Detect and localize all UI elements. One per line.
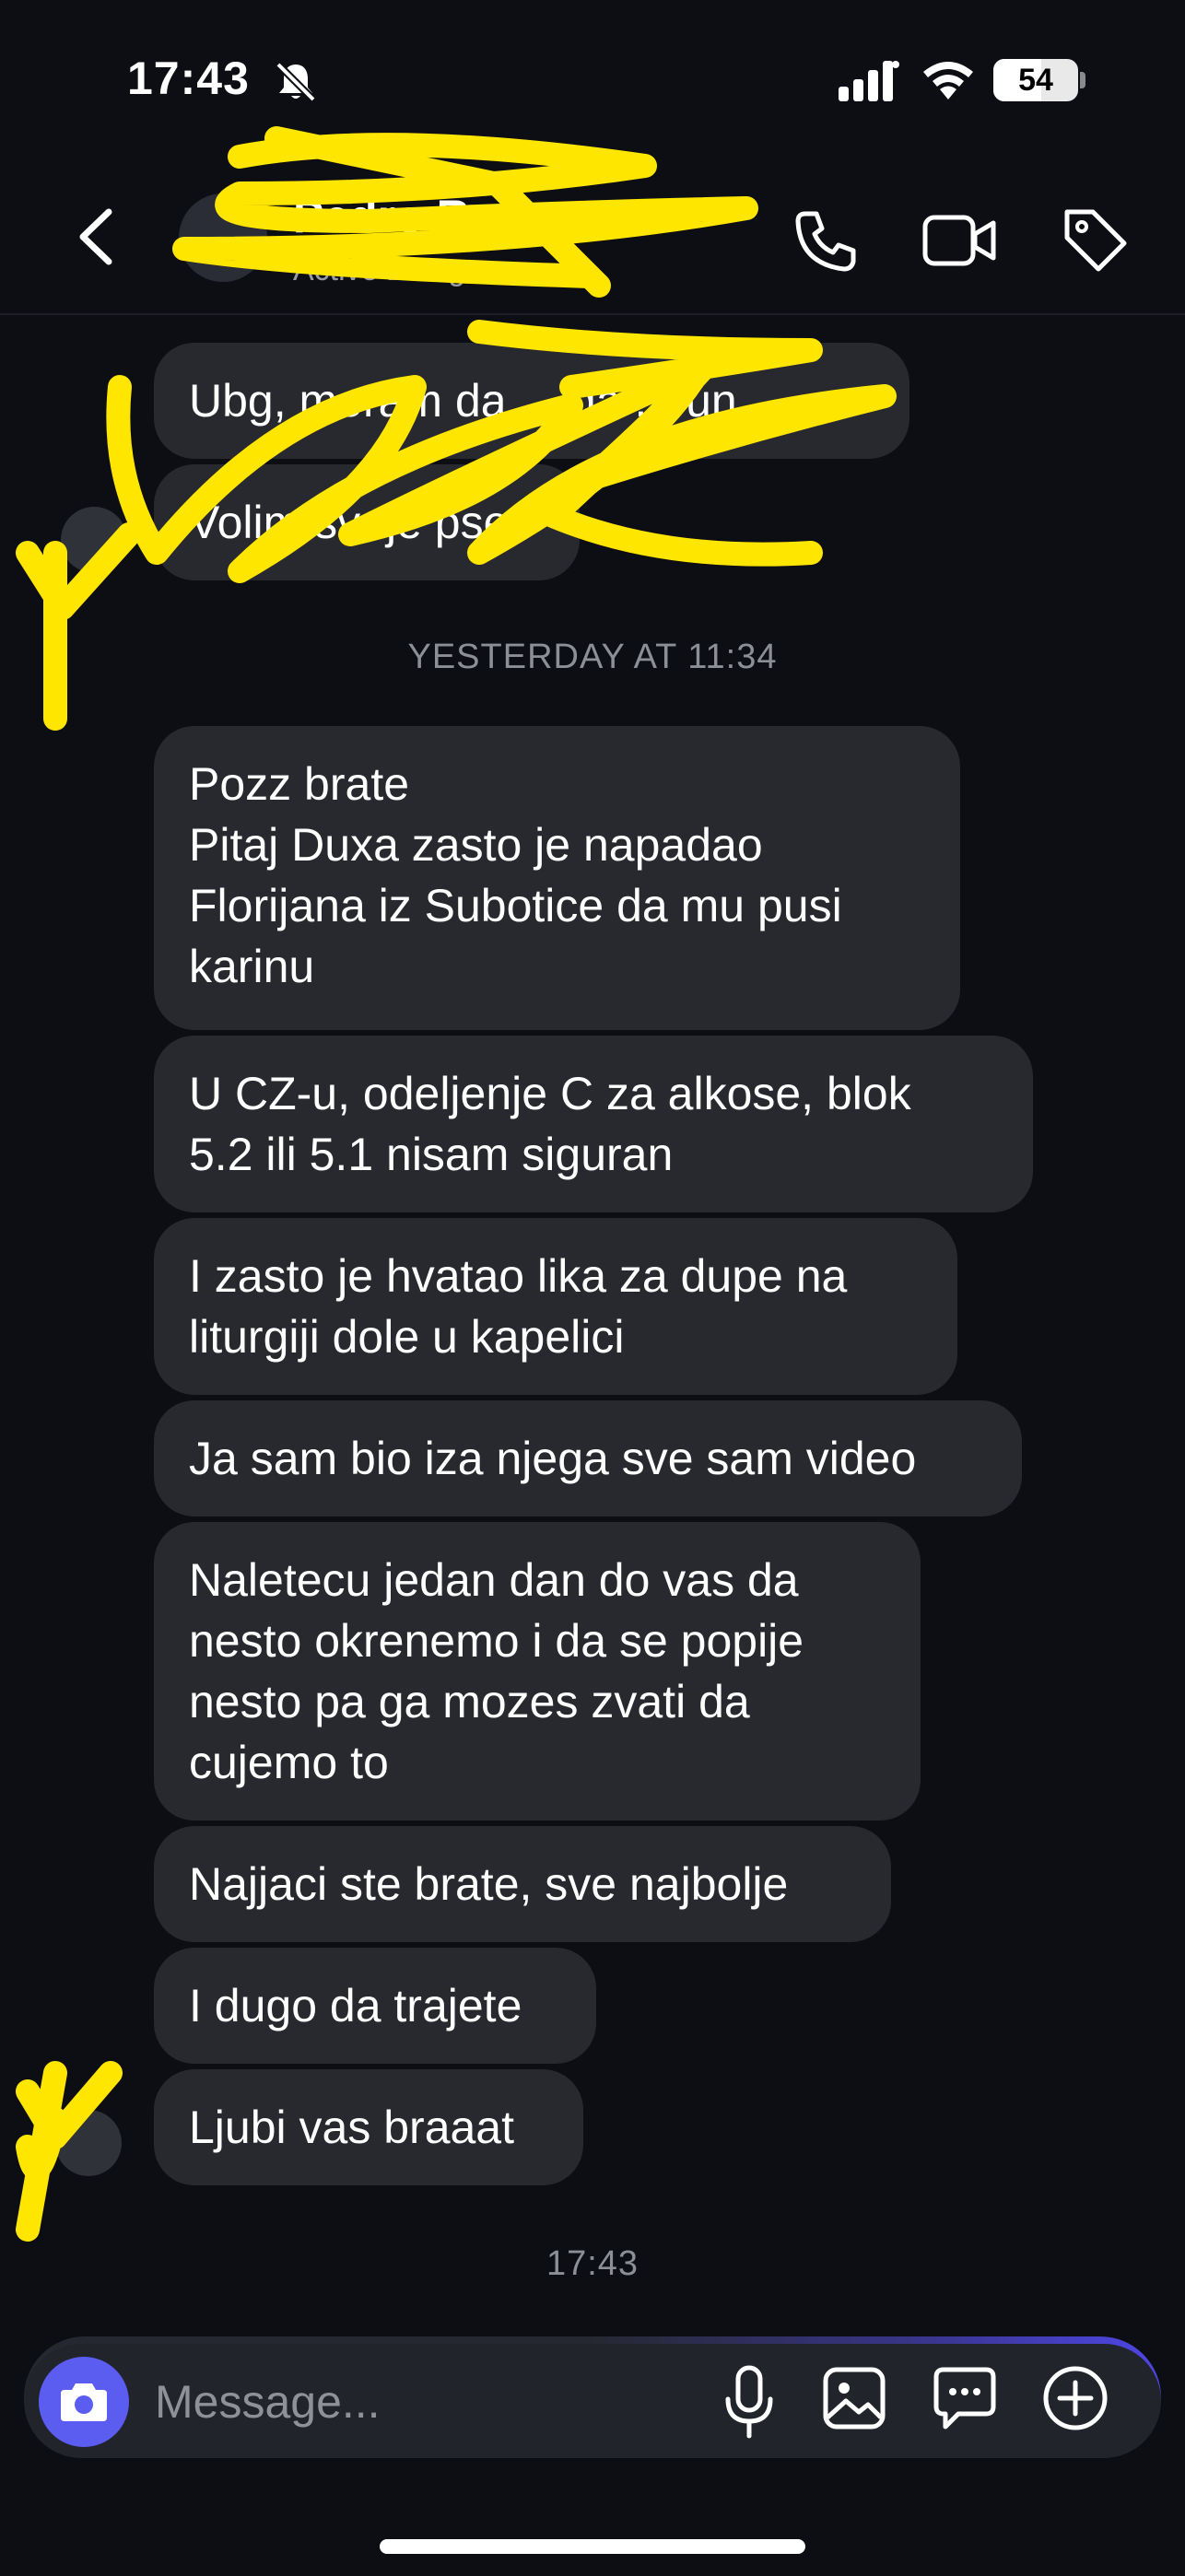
- message-line: Ja sam bio iza njega sve sam video: [189, 1433, 917, 1484]
- message-line: Ljubi vas braaat: [189, 2102, 515, 2153]
- sticker-icon[interactable]: [931, 2364, 999, 2432]
- message-line: karinu: [189, 941, 315, 992]
- message-bubble[interactable]: Ubg, moram da ... da ... un: [154, 343, 909, 459]
- message-line: Najjaci ste brate, sve najbolje: [189, 1858, 789, 1910]
- status-time: 17:43: [127, 53, 250, 104]
- message-bubble[interactable]: Ljubi vas braaat: [154, 2069, 583, 2185]
- message-bubble[interactable]: Najjaci ste brate, sve najbolje: [154, 1826, 891, 1942]
- plus-icon[interactable]: [1041, 2364, 1109, 2432]
- message-line: U CZ-u, odeljenje C za alkose, blok: [189, 1068, 911, 1119]
- message-line: liturgiji dole u kapelici: [189, 1311, 625, 1363]
- video-icon[interactable]: [921, 210, 997, 271]
- message-line: Pitaj Duxa zasto je napadao: [189, 819, 763, 871]
- message-input[interactable]: [155, 2370, 671, 2434]
- message-bubble[interactable]: Pozz brate Pitaj Duxa zasto je napadao F…: [154, 726, 960, 1030]
- message-bubble[interactable]: I zasto je hvatao lika za dupe na liturg…: [154, 1218, 957, 1395]
- message-line: Pozz brate: [189, 758, 410, 810]
- message-line: nesto okrenemo i da se popije: [189, 1615, 804, 1667]
- tag-icon[interactable]: [1060, 205, 1130, 275]
- message-bubble[interactable]: Naletecu jedan dan do vas da nesto okren…: [154, 1522, 921, 1821]
- status-bar: 17:43 54: [0, 0, 1185, 157]
- back-icon[interactable]: [72, 206, 122, 267]
- sender-avatar[interactable]: [55, 2110, 122, 2176]
- time-divider: 17:43: [546, 2244, 639, 2283]
- bell-slash-icon: [276, 62, 316, 102]
- message-line: Naletecu jedan dan do vas da: [189, 1554, 799, 1606]
- message-text: Volim svoje pse: [189, 497, 510, 548]
- message-bubble[interactable]: I dugo da trajete: [154, 1948, 596, 2064]
- message-bubble[interactable]: Volim svoje pse: [154, 464, 580, 580]
- camera-button[interactable]: [39, 2357, 129, 2447]
- wifi-icon: [923, 62, 973, 100]
- contact-name[interactable]: Pedro Ro...: [293, 190, 536, 243]
- home-indicator: [380, 2539, 805, 2554]
- phone-icon[interactable]: [792, 206, 861, 275]
- message-line: nesto pa ga mozes zvati da: [189, 1676, 750, 1727]
- signal-icon: [839, 61, 899, 101]
- message-bubble[interactable]: U CZ-u, odeljenje C za alkose, blok 5.2 …: [154, 1036, 1033, 1212]
- message-line: 5.2 ili 5.1 nisam siguran: [189, 1129, 674, 1180]
- date-divider: YESTERDAY AT 11:34: [407, 638, 778, 676]
- gallery-icon[interactable]: [822, 2366, 886, 2430]
- message-line: Florijana iz Subotice da mu pusi: [189, 880, 842, 931]
- message-text: Ubg, moram da ... da ... un: [189, 375, 737, 427]
- sender-avatar[interactable]: [61, 507, 127, 573]
- contact-status: Active 2h ago: [293, 252, 484, 287]
- message-bubble[interactable]: Ja sam bio iza njega sve sam video: [154, 1400, 1022, 1516]
- battery-level: 54: [1018, 63, 1053, 98]
- mic-icon[interactable]: [721, 2364, 778, 2441]
- message-line: I dugo da trajete: [189, 1980, 522, 2032]
- chat-header: Pedro Ro... Active 2h ago: [0, 157, 1185, 315]
- battery-cap: [1080, 72, 1085, 88]
- message-line: I zasto je hvatao lika za dupe na: [189, 1250, 848, 1302]
- contact-avatar[interactable]: [179, 193, 267, 282]
- camera-icon: [61, 2383, 107, 2421]
- message-line: cujemo to: [189, 1737, 389, 1788]
